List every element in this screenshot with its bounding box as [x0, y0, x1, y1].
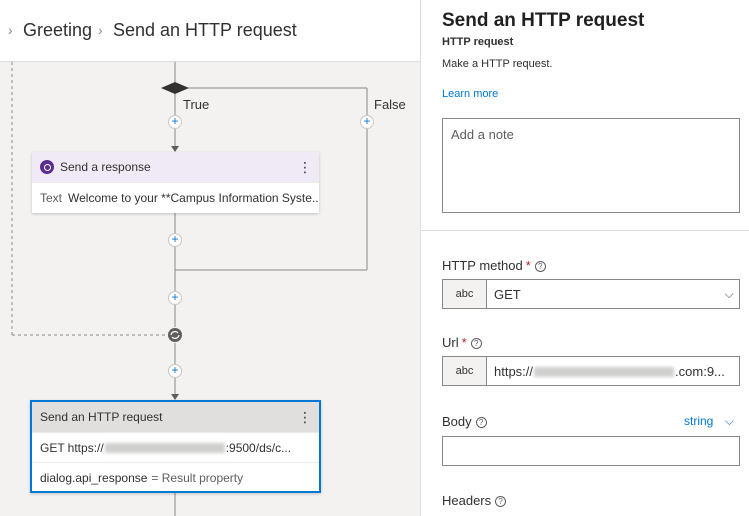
note-field[interactable]: [442, 118, 740, 213]
breadcrumb-item-current[interactable]: Send an HTTP request: [113, 20, 297, 41]
flow-canvas[interactable]: › Greeting › Send an HTTP request True F…: [0, 0, 420, 516]
branch-false-label: False: [374, 97, 406, 112]
help-circle-icon[interactable]: ?: [495, 496, 507, 507]
plus-icon[interactable]: +: [360, 115, 374, 129]
http-request-title: Send an HTTP request: [40, 410, 163, 424]
body-label-group: Body?: [442, 414, 487, 429]
panel-title: Send an HTTP request: [442, 10, 645, 31]
response-text-value: Welcome to your **Campus Information Sys…: [68, 190, 319, 205]
chevron-right-icon: ›: [98, 22, 103, 38]
redacted-host: [534, 367, 675, 378]
required-marker: *: [525, 258, 531, 273]
url-label-group: Url *?: [442, 335, 482, 350]
url-input[interactable]: abc https:// .com:9...: [442, 356, 740, 386]
properties-panel: Send an HTTP request HTTP request Make a…: [420, 0, 749, 516]
more-vertical-icon[interactable]: ⋮: [298, 409, 312, 426]
divider: [421, 230, 749, 231]
panel-description: Make a HTTP request.: [442, 58, 553, 70]
http-request-url-row: GET https:// :9500/ds/c...: [32, 432, 319, 462]
body-type-value: string: [684, 414, 714, 428]
url-method: GET: [40, 440, 65, 455]
loop-icon: [168, 328, 182, 342]
http-request-header[interactable]: Send an HTTP request ⋮: [32, 402, 319, 432]
chat-response-icon: [40, 160, 54, 174]
redacted-host: [104, 442, 225, 453]
panel-subtitle: HTTP request: [442, 36, 514, 48]
required-marker: *: [461, 335, 467, 350]
more-vertical-icon[interactable]: ⋮: [298, 159, 312, 176]
http-method-label-group: HTTP method *?: [442, 258, 546, 273]
condition-diamond: [161, 82, 189, 94]
url-label: Url: [442, 335, 459, 350]
chevron-down-icon[interactable]: ⌵: [719, 287, 739, 302]
url-value[interactable]: https:// .com:9...: [487, 364, 739, 379]
result-property-value: dialog.api_response: [40, 470, 148, 485]
text-label: Text: [40, 190, 63, 205]
http-method-value: GET: [494, 286, 521, 302]
headers-label: Headers: [442, 493, 492, 508]
body-type-select[interactable]: string ⌵: [684, 414, 734, 429]
chevron-right-icon: ›: [8, 22, 13, 38]
http-method-label: HTTP method: [442, 258, 523, 273]
type-chip[interactable]: abc: [443, 280, 487, 308]
plus-icon[interactable]: +: [168, 233, 182, 247]
body-input[interactable]: [442, 436, 740, 466]
learn-more-link[interactable]: Learn more: [442, 88, 498, 100]
breadcrumb-item-greeting[interactable]: Greeting: [23, 20, 92, 41]
chevron-down-icon: ⌵: [724, 414, 734, 428]
type-chip[interactable]: abc: [443, 357, 487, 385]
send-response-node[interactable]: Send a response ⋮ Text Welcome to your *…: [32, 152, 319, 213]
body-label: Body: [442, 414, 472, 429]
send-response-title: Send a response: [60, 160, 151, 174]
http-request-result-row: dialog.api_response = Result property: [32, 462, 319, 492]
help-circle-icon[interactable]: ?: [470, 338, 482, 349]
headers-label-group: Headers?: [442, 493, 507, 508]
breadcrumb: › Greeting › Send an HTTP request: [0, 0, 420, 62]
branch-true-label: True: [183, 97, 210, 112]
help-circle-icon[interactable]: ?: [534, 261, 546, 272]
plus-icon[interactable]: +: [168, 291, 182, 305]
url-value-prefix: https://: [494, 363, 534, 379]
http-request-node[interactable]: Send an HTTP request ⋮ GET https:// :950…: [30, 400, 321, 493]
send-response-header[interactable]: Send a response ⋮: [32, 152, 319, 182]
url-suffix: :9500/ds/c...: [225, 440, 292, 455]
url-prefix: https://: [67, 440, 104, 455]
plus-icon[interactable]: +: [168, 364, 182, 378]
send-response-text-row: Text Welcome to your **Campus Informatio…: [32, 182, 319, 212]
url-value-suffix: .com:9...: [675, 363, 725, 379]
plus-icon[interactable]: +: [168, 115, 182, 129]
http-method-select[interactable]: abc GET ⌵: [442, 279, 740, 309]
help-circle-icon[interactable]: ?: [475, 417, 487, 428]
result-property-label: = Result property: [151, 470, 244, 485]
